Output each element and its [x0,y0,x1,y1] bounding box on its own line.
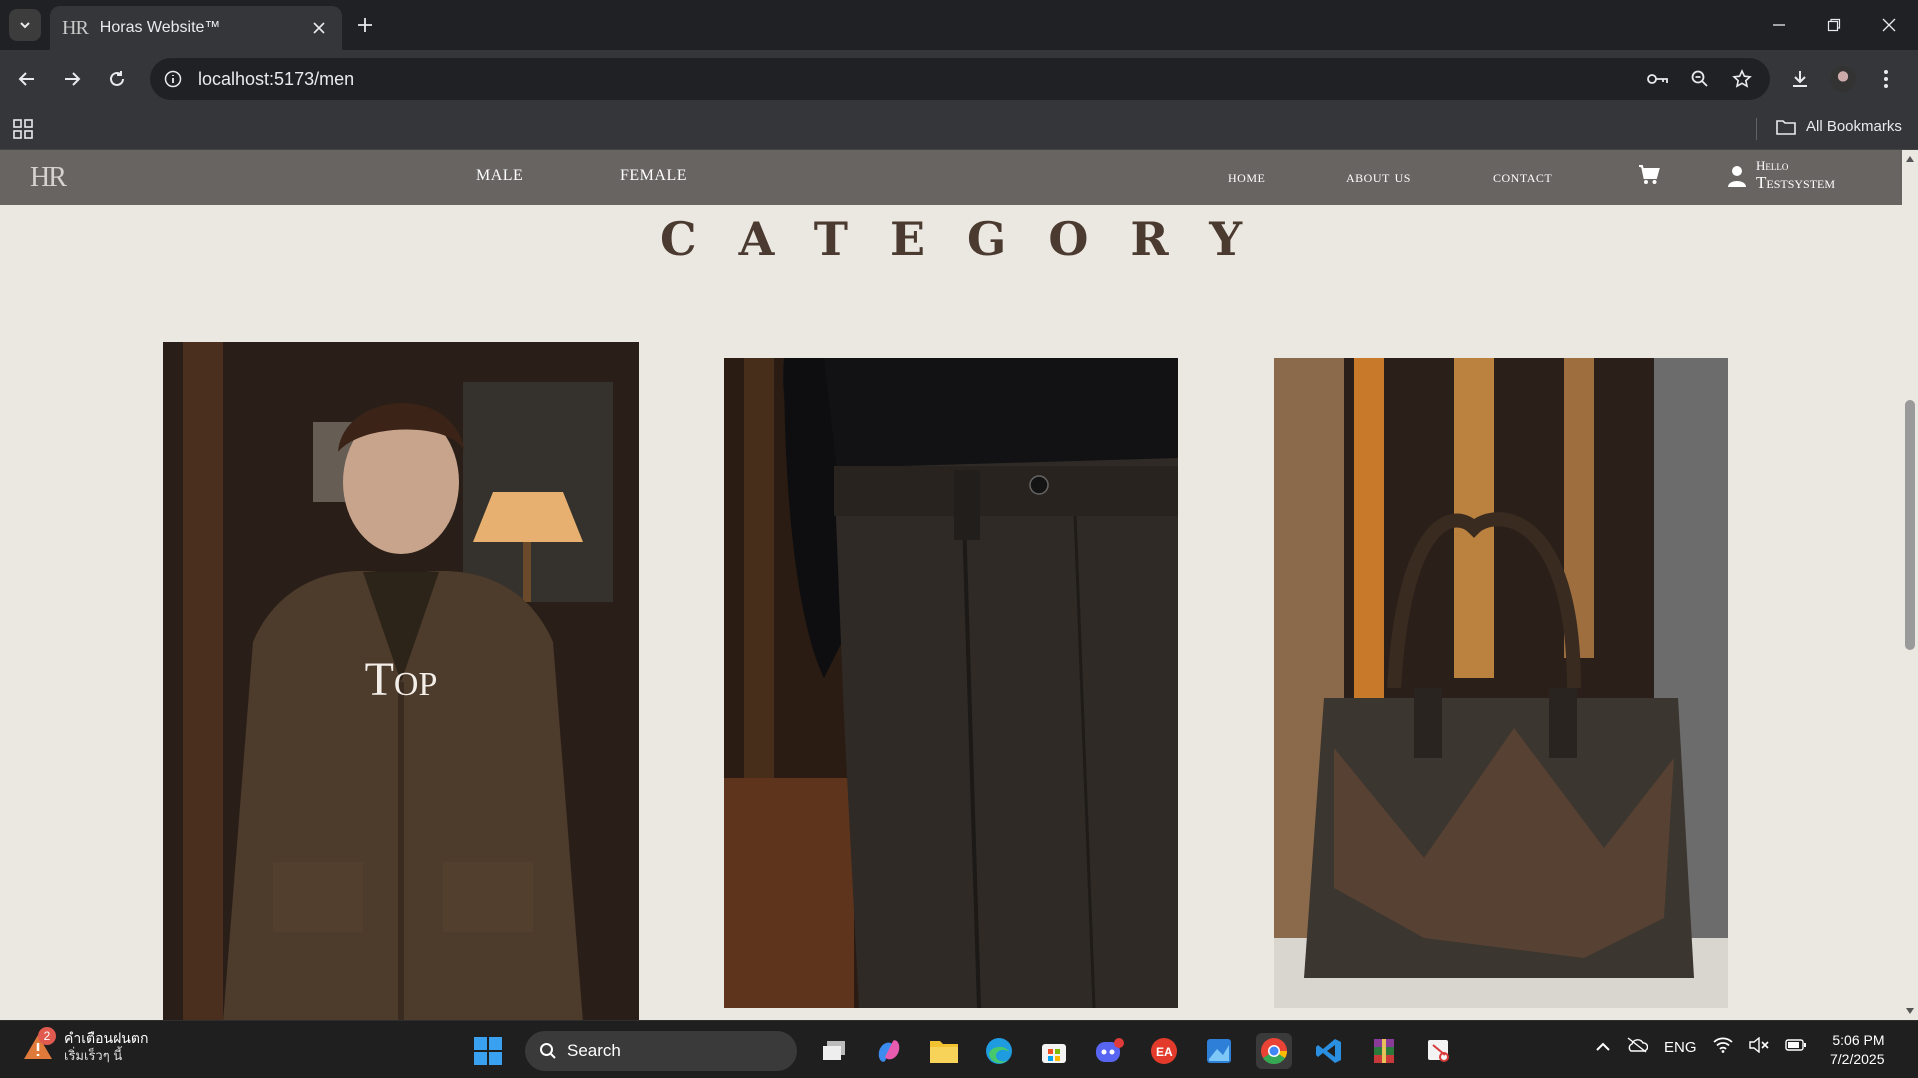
weather-alert-icon: 2 [22,1027,56,1063]
microsoft-store-icon[interactable] [1036,1033,1072,1069]
user-icon [1728,165,1746,187]
folder-icon [1776,119,1796,135]
windows-taskbar: 2 คำเตือนฝนตก เริ่มเร็วๆ นี้ Search EA E… [0,1020,1918,1078]
close-icon [1882,18,1895,32]
discord-icon[interactable] [1091,1033,1127,1069]
card-image-trousers [724,358,1178,1008]
copilot-icon[interactable] [871,1033,907,1069]
battery-icon[interactable] [1784,1038,1807,1056]
snipping-tool-icon[interactable] [1421,1033,1457,1069]
language-indicator[interactable]: ENG [1664,1039,1697,1056]
reload-icon [110,71,124,86]
plus-icon [358,18,372,32]
site-info-icon [164,70,182,88]
all-bookmarks-label: All Bookmarks [1806,118,1902,135]
user-greeting: Hello [1756,158,1789,173]
ea-app-icon[interactable]: EA [1146,1033,1182,1069]
minimize-button[interactable] [1751,0,1806,50]
category-card-top[interactable]: Top [163,342,639,1020]
bookmarks-bar: All Bookmarks [0,108,1918,150]
apps-grid-icon[interactable] [13,119,33,144]
site-navbar: HR MALE FEMALE Home About Us Contact Hel… [0,150,1902,205]
edge-icon[interactable] [981,1033,1017,1069]
winrar-icon[interactable] [1366,1033,1402,1069]
close-window-button[interactable] [1861,0,1916,50]
profile-avatar[interactable] [1830,66,1856,92]
browser-toolbar: localhost:5173/men [0,50,1918,108]
nav-female[interactable]: FEMALE [620,167,687,185]
tab-title: Horas Website™ [99,19,221,36]
close-tab-icon[interactable] [308,17,330,39]
all-bookmarks-button[interactable]: All Bookmarks [1776,118,1902,135]
url-text[interactable]: localhost:5173/men [198,69,354,90]
bookmark-star-icon[interactable] [1730,67,1754,91]
windows-logo-icon [474,1037,502,1065]
photos-app-icon[interactable] [1201,1033,1237,1069]
nav-home[interactable]: Home [1228,167,1265,187]
card-label-top: Top [364,653,438,706]
nav-contact[interactable]: Contact [1493,167,1552,187]
category-card-accessories[interactable] [1274,358,1728,1008]
taskbar-clock[interactable]: 5:06 PM 7/2/2025 [1830,1031,1885,1069]
svg-text:EA: EA [1156,1045,1173,1059]
browser-tabstrip: HR Horas Website™ [0,0,1918,50]
clock-time: 5:06 PM [1832,1032,1885,1048]
browser-tab[interactable]: HR Horas Website™ [50,6,342,50]
scroll-up-icon [1906,156,1914,162]
taskbar-search-label: Search [567,1041,621,1060]
password-key-icon[interactable] [1646,67,1670,91]
user-menu[interactable]: Hello Testsystem [1728,158,1835,193]
new-tab-button[interactable] [352,12,378,38]
arrow-left-icon [18,72,34,86]
nav-male[interactable]: MALE [476,167,523,185]
wifi-icon[interactable] [1712,1037,1733,1057]
scroll-thumb[interactable] [1905,400,1915,650]
weather-title: คำเตือนฝนตก [64,1030,149,1046]
site-logo[interactable]: HR [30,162,67,194]
chevron-down-icon [20,22,30,29]
tray-overflow-icon[interactable] [1596,1039,1610,1056]
download-icon[interactable] [1788,67,1812,91]
zoom-icon[interactable] [1688,67,1712,91]
file-explorer-icon[interactable] [926,1033,962,1069]
category-card-bottom[interactable] [724,358,1178,1008]
weather-badge: 2 [38,1027,56,1045]
taskbar-search[interactable]: Search [525,1031,797,1071]
forward-button[interactable] [56,63,88,95]
search-icon [540,1043,556,1059]
task-view-icon[interactable] [816,1033,852,1069]
onedrive-icon[interactable] [1626,1037,1649,1057]
nav-about-us[interactable]: About Us [1346,167,1411,187]
arrow-right-icon [65,72,81,86]
page-scrollbar[interactable] [1902,150,1918,1020]
address-bar[interactable]: localhost:5173/men [150,58,1770,100]
reload-button[interactable] [101,63,133,95]
back-button[interactable] [11,63,43,95]
volume-muted-icon[interactable] [1748,1036,1769,1057]
weather-widget[interactable]: 2 คำเตือนฝนตก เริ่มเร็วๆ นี้ [22,1027,149,1065]
tab-search-button[interactable] [9,9,41,41]
bookmarks-divider [1756,118,1757,140]
cart-icon[interactable] [1638,165,1660,190]
restore-button[interactable] [1806,0,1861,50]
restore-icon [1827,18,1840,32]
weather-subtitle: เริ่มเร็วๆ นี้ [64,1048,123,1063]
more-menu-icon[interactable] [1874,67,1898,91]
vscode-icon[interactable] [1311,1033,1347,1069]
page-viewport: HR MALE FEMALE Home About Us Contact Hel… [0,150,1918,1020]
site-favicon: HR [62,16,89,39]
scroll-down-icon [1906,1008,1914,1014]
minimize-icon [1772,24,1785,26]
chrome-icon[interactable] [1256,1033,1292,1069]
category-title: CATEGORY [659,212,1285,266]
clock-date: 7/2/2025 [1830,1051,1885,1067]
card-image-handbag [1274,358,1728,1008]
start-button[interactable] [470,1033,506,1069]
user-name: Testsystem [1756,173,1836,192]
